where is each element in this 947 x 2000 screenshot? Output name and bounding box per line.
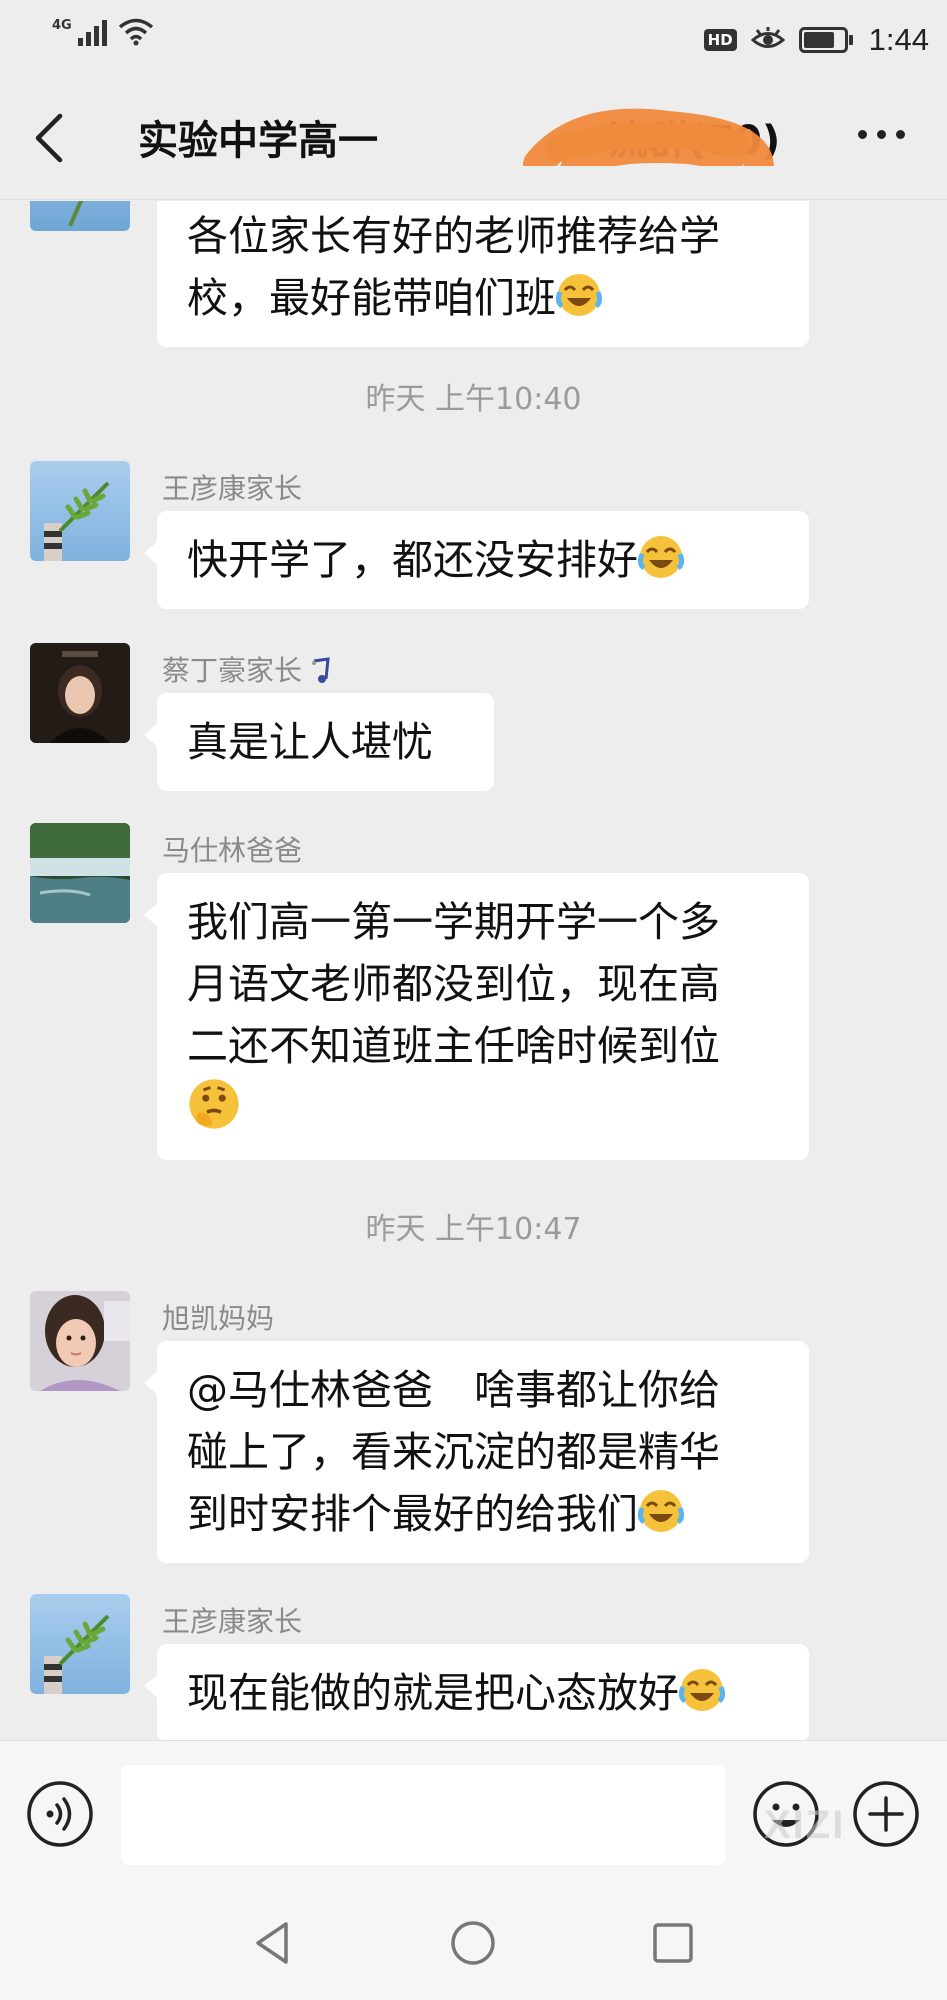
avatar[interactable] — [30, 1594, 130, 1694]
laughing-crying-emoji — [638, 1490, 684, 1532]
message-bubble[interactable]: 我们高一第一学期开学一个多 月语文老师都没到位，现在高 二还不知道班主任啥时候到… — [144, 873, 809, 1160]
status-right: HD 1:44 — [703, 22, 929, 58]
plus-circle-icon[interactable] — [852, 1780, 920, 1848]
message-text: 真是让人堪忧 — [187, 718, 433, 766]
square-recent-icon[interactable] — [648, 1918, 698, 1968]
avatar[interactable] — [30, 643, 130, 743]
sender-name: 王彦康家长 — [162, 472, 303, 505]
person-photo — [30, 643, 130, 743]
chat-area[interactable]: 各位家长有好的老师推荐给学 校，最好能带咱们班 昨天 上午10:40 王彦康家长… — [0, 201, 947, 1740]
message-bubble[interactable]: 现在能做的就是把心态放好 — [144, 1644, 809, 1740]
group-title-prefix: 实验中学高一 — [138, 118, 378, 164]
status-bar: 4G HD 1:44 — [0, 0, 947, 78]
avatar[interactable] — [30, 1291, 130, 1391]
message-line-with-emoji: 校，最好能带咱们班 — [187, 267, 779, 329]
more-dots-icon[interactable] — [858, 130, 905, 139]
selfie-photo — [30, 1291, 130, 1391]
chat-header: 实验中学高一 流群(70) — [0, 78, 947, 200]
laughing-crying-emoji — [556, 274, 602, 316]
sender-name: 蔡丁豪家长 — [162, 649, 338, 689]
time-divider: 昨天 上午10:47 — [365, 1212, 582, 1247]
watermark-text: XIZI — [764, 1803, 846, 1847]
hd-badge: HD — [703, 29, 737, 51]
music-note-icon — [312, 657, 330, 683]
triangle-back-icon[interactable] — [248, 1918, 298, 1968]
message-bubble[interactable]: 快开学了，都还没安排好 — [144, 511, 809, 609]
network-type: 4G — [52, 18, 72, 33]
message-line-with-emoji: 到时安排个最好的给我们 — [187, 1483, 779, 1545]
message-line: 二还不知道班主任啥时候到位 — [187, 1022, 720, 1070]
message-text: 现在能做的就是把心态放好 — [187, 1669, 679, 1717]
clock: 1:44 — [868, 22, 929, 57]
plant-icon — [44, 1614, 110, 1694]
message-input[interactable] — [121, 1765, 726, 1865]
wifi-icon — [118, 18, 153, 46]
message-bubble[interactable]: @马仕林爸爸 啥事都让你给 碰上了，看来沉淀的都是精华 到时安排个最好的给我们 — [144, 1341, 809, 1563]
message-bubble[interactable]: 各位家长有好的老师推荐给学 校，最好能带咱们班 — [157, 201, 809, 347]
message-line: 碰上了，看来沉淀的都是精华 — [187, 1428, 720, 1476]
sender-name: 王彦康家长 — [162, 1605, 303, 1638]
message-line: 各位家长有好的老师推荐给学 — [187, 212, 720, 260]
message-line: 我们高一第一学期开学一个多 — [187, 898, 720, 946]
avatar[interactable] — [30, 461, 130, 561]
plant-icon — [44, 481, 110, 561]
signal-group: 4G — [52, 18, 154, 46]
thinking-emoji — [189, 1079, 239, 1129]
message-line-emoji — [187, 1077, 779, 1142]
avatar[interactable] — [30, 201, 130, 231]
battery-icon — [798, 27, 853, 53]
plant-icon — [68, 201, 84, 227]
laughing-crying-emoji — [638, 536, 684, 578]
waterfall-photo — [30, 823, 130, 923]
laughing-crying-emoji — [679, 1669, 725, 1711]
message-line: @马仕林爸爸 啥事都让你给 — [187, 1366, 720, 1414]
input-bar: XIZI — [0, 1740, 947, 1888]
redaction-scribble — [523, 108, 774, 166]
eye-icon — [750, 27, 785, 48]
time-divider: 昨天 上午10:40 — [365, 382, 582, 417]
group-title: 实验中学高一 流群(70) — [138, 108, 818, 166]
avatar[interactable] — [30, 823, 130, 923]
signal-icon — [77, 20, 107, 46]
sender-name: 马仕林爸爸 — [162, 834, 303, 867]
chevron-left-icon[interactable] — [30, 112, 70, 164]
circle-home-icon[interactable] — [448, 1918, 498, 1968]
sender-name: 旭凯妈妈 — [162, 1302, 275, 1335]
message-bubble[interactable]: 真是让人堪忧 — [144, 693, 494, 791]
message-text: 快开学了，都还没安排好 — [187, 536, 638, 584]
message-line: 月语文老师都没到位，现在高 — [187, 960, 720, 1008]
voice-icon[interactable] — [26, 1780, 94, 1848]
system-nav-bar — [0, 1888, 947, 2000]
